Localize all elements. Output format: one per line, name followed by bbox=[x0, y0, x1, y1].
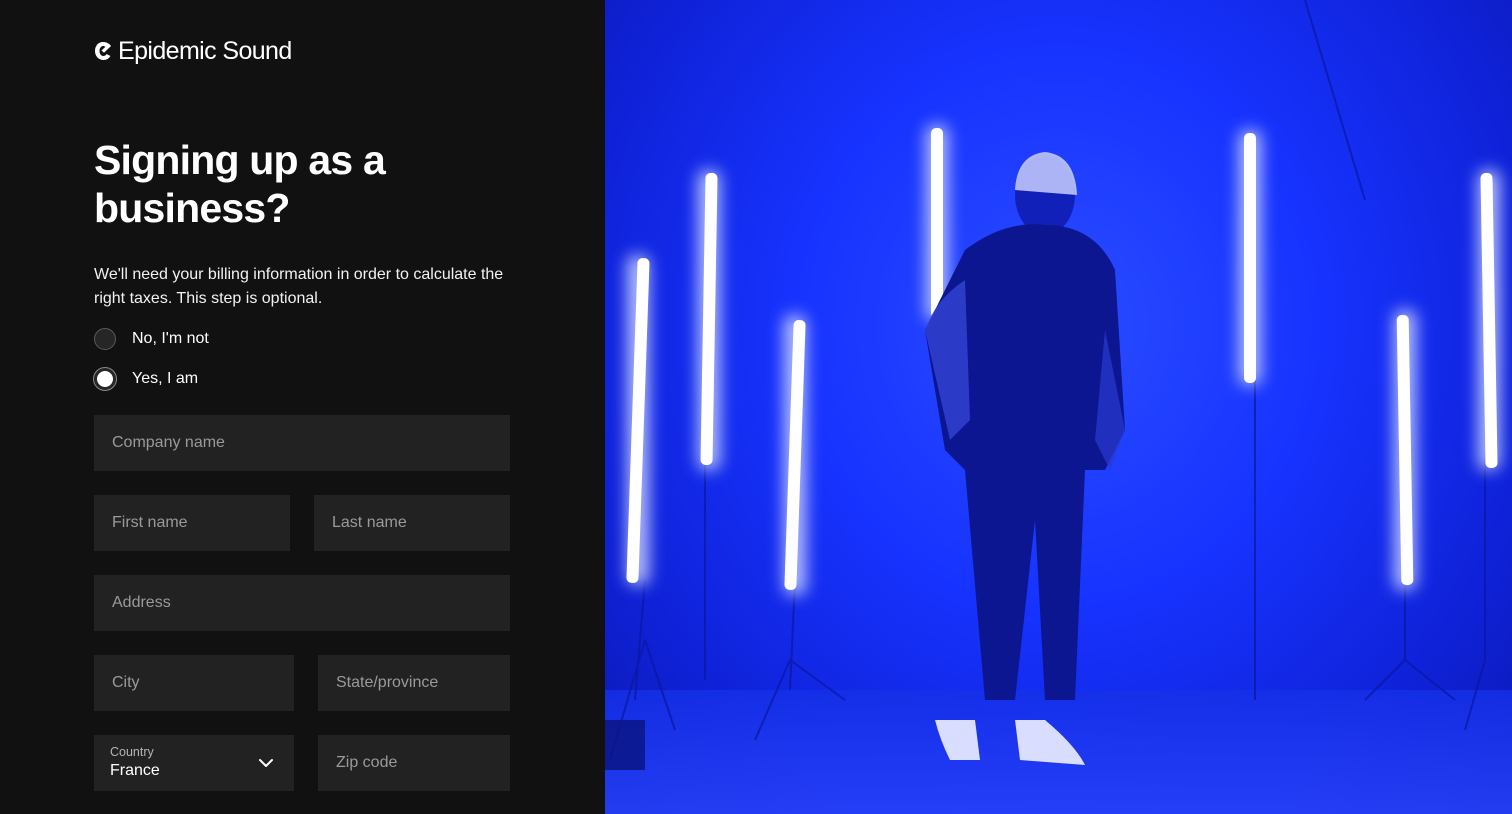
epidemic-sound-logo-icon bbox=[95, 42, 111, 60]
brand-name: Epidemic Sound bbox=[118, 36, 292, 65]
state-input[interactable] bbox=[334, 673, 494, 693]
last-name-field[interactable] bbox=[314, 495, 510, 551]
city-field[interactable] bbox=[94, 655, 294, 711]
radio-option-yes[interactable]: Yes, I am bbox=[94, 366, 198, 392]
state-field[interactable] bbox=[318, 655, 510, 711]
zip-code-input[interactable] bbox=[334, 753, 494, 773]
hero-image bbox=[605, 0, 1512, 814]
radio-button-yes[interactable] bbox=[94, 368, 116, 390]
company-name-field[interactable] bbox=[94, 415, 510, 471]
address-input[interactable] bbox=[110, 593, 494, 613]
first-name-field[interactable] bbox=[94, 495, 290, 551]
country-select[interactable]: Country France bbox=[94, 735, 294, 791]
brand-logo[interactable]: Epidemic Sound bbox=[94, 36, 292, 66]
address-field[interactable] bbox=[94, 575, 510, 631]
hero-illustration bbox=[605, 0, 1512, 814]
page-title: Signing up as a business? bbox=[94, 137, 386, 231]
last-name-input[interactable] bbox=[330, 513, 494, 533]
radio-label-yes: Yes, I am bbox=[132, 370, 199, 387]
country-value: France bbox=[110, 762, 160, 779]
first-name-input[interactable] bbox=[110, 513, 274, 533]
chevron-down-icon[interactable] bbox=[258, 755, 274, 771]
radio-option-no[interactable]: No, I'm not bbox=[94, 326, 209, 352]
radio-label-no: No, I'm not bbox=[132, 330, 209, 347]
city-input[interactable] bbox=[110, 673, 278, 693]
country-label: Country bbox=[110, 745, 154, 759]
page-description: We'll need your billing information in o… bbox=[94, 266, 504, 307]
company-name-input[interactable] bbox=[110, 433, 494, 453]
signup-panel: Epidemic Sound Signing up as a business?… bbox=[0, 0, 605, 814]
radio-button-no[interactable] bbox=[94, 328, 116, 350]
zip-code-field[interactable] bbox=[318, 735, 510, 791]
